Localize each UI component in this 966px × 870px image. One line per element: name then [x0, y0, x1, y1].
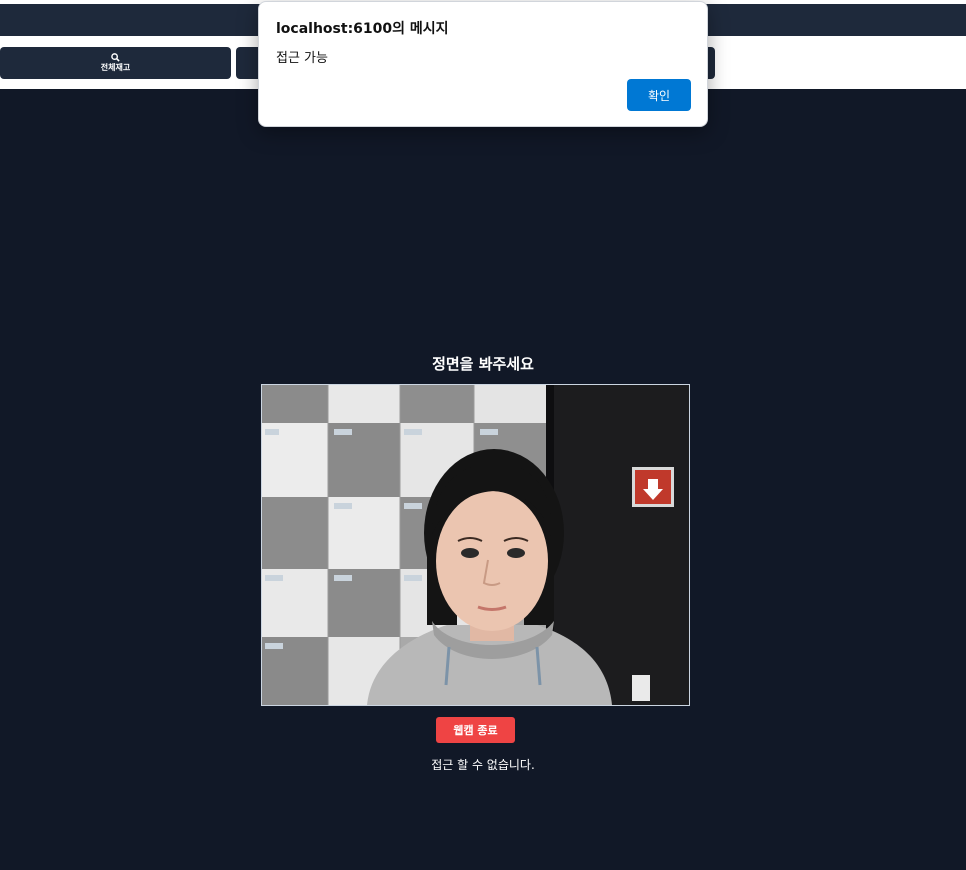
webcam-video	[261, 384, 690, 706]
access-status-text: 접근 할 수 없습니다.	[431, 758, 535, 772]
alert-dialog: localhost:6100의 메시지 접근 가능 확인	[258, 1, 708, 127]
dialog-ok-button[interactable]: 확인	[627, 79, 691, 111]
search-icon	[111, 53, 120, 62]
dialog-title: localhost:6100의 메시지	[276, 21, 449, 37]
nav-item-inventory[interactable]: 전체재고	[0, 47, 231, 79]
page-title: 정면을 봐주세요	[432, 355, 534, 373]
webcam-stop-button[interactable]: 웹캠 종료	[436, 717, 515, 743]
dialog-message: 접근 가능	[276, 51, 328, 66]
nav-item-label: 전체재고	[100, 63, 131, 72]
webcam-feed-image	[262, 385, 689, 705]
exit-sign	[632, 467, 674, 507]
